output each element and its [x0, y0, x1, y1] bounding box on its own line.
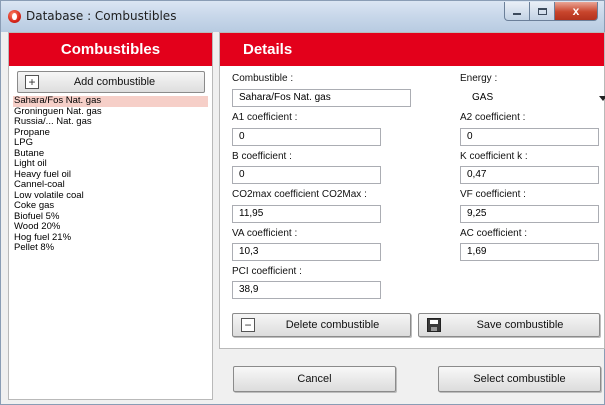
co2max-coefficient-input[interactable]: 11,95	[232, 205, 381, 223]
details-panel: Details Combustible : Sahara/Fos Nat. ga…	[219, 32, 605, 349]
list-item[interactable]: LPG	[13, 137, 208, 149]
save-combustible-button[interactable]: Save combustible	[418, 313, 600, 337]
va-coefficient-input[interactable]: 10,3	[232, 243, 381, 261]
caption-buttons: x	[504, 2, 598, 21]
minimize-icon	[513, 13, 521, 15]
minus-icon: −	[241, 318, 255, 332]
combustible-name-input[interactable]: Sahara/Fos Nat. gas	[232, 89, 411, 107]
floppy-disk-icon	[427, 318, 441, 332]
close-button[interactable]: x	[555, 2, 598, 21]
vf-label: VF coefficient :	[460, 189, 526, 200]
a1-coefficient-input[interactable]: 0	[232, 128, 381, 146]
pci-label: PCI coefficient :	[232, 266, 302, 277]
ac-label: AC coefficient :	[460, 228, 528, 239]
list-item[interactable]: Wood 20%	[13, 221, 208, 233]
list-item[interactable]: Russia/... Nat. gas	[13, 116, 208, 128]
delete-combustible-label: Delete combustible	[285, 319, 380, 331]
va-label: VA coefficient :	[232, 228, 298, 239]
list-item[interactable]: Light oil	[13, 158, 208, 170]
add-combustible-label: Add combustible	[73, 76, 156, 88]
close-icon: x	[572, 4, 580, 18]
a2-label: A2 coefficient :	[460, 112, 526, 123]
list-item[interactable]: Sahara/Fos Nat. gas	[13, 95, 208, 107]
database-window: Database : Combustibles x Combustibles +…	[0, 0, 605, 405]
co2max-label: CO2max coefficient CO2Max :	[232, 189, 367, 200]
list-item[interactable]: Pellet 8%	[13, 242, 208, 254]
plus-icon: +	[25, 75, 39, 89]
a1-label: A1 coefficient :	[232, 112, 298, 123]
app-flame-icon	[8, 10, 21, 23]
minimize-button[interactable]	[504, 2, 530, 21]
window-title: Database : Combustibles	[26, 9, 177, 23]
energy-select-value: GAS	[472, 92, 494, 103]
pci-coefficient-input[interactable]: 38,9	[232, 281, 381, 299]
maximize-button[interactable]	[530, 2, 555, 21]
energy-label: Energy :	[460, 73, 498, 84]
title-bar[interactable]: Database : Combustibles x	[1, 1, 604, 32]
chevron-down-icon	[599, 96, 605, 101]
ac-coefficient-input[interactable]: 1,69	[460, 243, 599, 261]
details-header: Details	[220, 33, 604, 66]
add-combustible-button[interactable]: + Add combustible	[17, 71, 205, 93]
list-item[interactable]: Propane	[13, 127, 208, 139]
list-item[interactable]: Cannel-coal	[13, 179, 208, 191]
list-item[interactable]: Coke gas	[13, 200, 208, 212]
k-coefficient-input[interactable]: 0,47	[460, 166, 599, 184]
vf-coefficient-input[interactable]: 9,25	[460, 205, 599, 223]
combustible-label: Combustible :	[232, 73, 294, 84]
cancel-button[interactable]: Cancel	[233, 366, 396, 392]
save-combustible-label: Save combustible	[476, 319, 564, 331]
b-label: B coefficient :	[232, 151, 292, 162]
k-label: K coefficient k :	[460, 151, 528, 162]
maximize-icon	[537, 7, 547, 15]
a2-coefficient-input[interactable]: 0	[460, 128, 599, 146]
combustible-list[interactable]: Sahara/Fos Nat. gas Groninguen Nat. gas Ru…	[13, 95, 208, 254]
combustibles-header: Combustibles	[9, 33, 212, 66]
select-combustible-button[interactable]: Select combustible	[438, 366, 601, 392]
combustibles-panel: Combustibles + Add combustible Sahara/Fo…	[8, 32, 213, 400]
b-coefficient-input[interactable]: 0	[232, 166, 381, 184]
energy-select[interactable]: GAS	[460, 89, 605, 107]
delete-combustible-button[interactable]: − Delete combustible	[232, 313, 411, 337]
